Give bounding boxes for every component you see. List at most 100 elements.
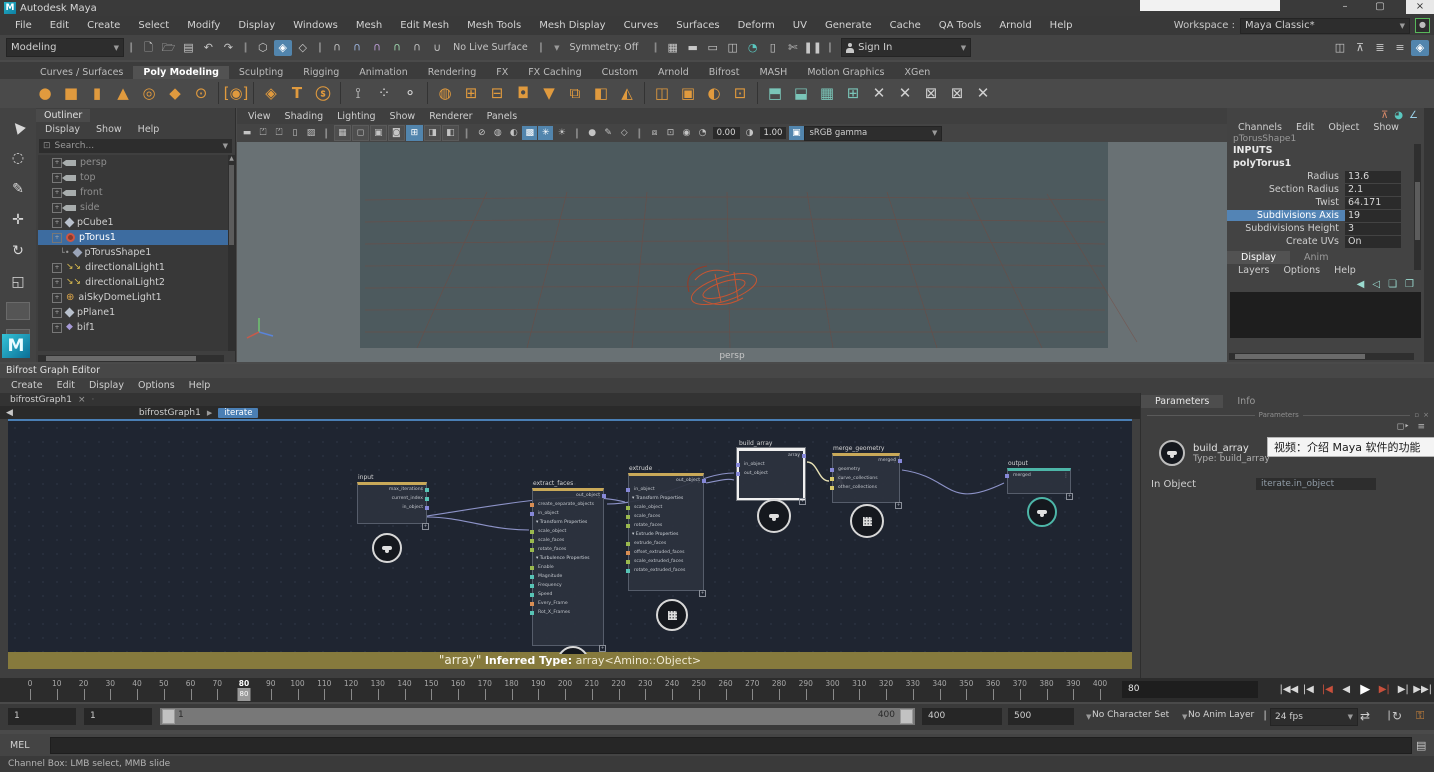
node-port-geometry[interactable]: geometry (833, 465, 899, 474)
snap-projected-center-icon[interactable]: ∪ (388, 40, 406, 56)
node-port-out_object[interactable]: out_object (533, 491, 603, 500)
graph-node-build_array[interactable]: build_array⋮arrayin_objectout_object+ (737, 448, 805, 500)
graph-node-merge_geometry[interactable]: merge_geometry⋮mergedgeometrycurve_colle… (832, 453, 900, 503)
port-square[interactable] (425, 497, 429, 501)
tab-display[interactable]: Display (1227, 251, 1290, 264)
wireframe-icon[interactable]: ⊘ (474, 126, 489, 140)
port-square[interactable] (626, 560, 630, 564)
expand-icon[interactable]: + (52, 323, 62, 333)
range-start-handle[interactable] (162, 709, 175, 724)
menu-generate[interactable]: Generate (816, 20, 881, 31)
live-surface-label[interactable]: No Live Surface (453, 42, 528, 53)
lock-camera-icon[interactable]: ⏍ (256, 126, 271, 140)
add-port-icon[interactable]: + (895, 502, 902, 509)
playblast-icon[interactable]: ◔ (744, 40, 762, 56)
shelf-icon-free-point[interactable]: ⁘ (372, 81, 396, 105)
exposure-field[interactable]: 0.00 (713, 127, 740, 139)
graph-icon[interactable]: ∠ (1409, 110, 1418, 121)
params-tab-parameters[interactable]: Parameters (1141, 395, 1223, 408)
expand-icon[interactable]: + (52, 233, 62, 243)
chevron-down-icon[interactable]: ▼ (1086, 713, 1091, 721)
node-port-rotate_faces[interactable]: rotate_faces (629, 521, 703, 530)
camera-select-icon[interactable]: ▬ (240, 126, 255, 140)
node-port-scale_extruded_faces[interactable]: scale_extruded_faces (629, 557, 703, 566)
node-port-Frequency[interactable]: Frequency (533, 581, 603, 590)
add-port-icon[interactable]: + (599, 645, 606, 652)
gamma-icon[interactable]: ◑ (742, 126, 757, 140)
time-slider[interactable]: 0102030405060708090100110120130140150160… (0, 678, 1434, 702)
workspace-dropdown[interactable]: Maya Classic*▼ (1240, 18, 1410, 34)
layer-hscrollbar[interactable] (1229, 353, 1414, 360)
shelf-icon-poly-plane[interactable]: ◆ (163, 81, 187, 105)
exposure-icon[interactable]: ◔ (695, 126, 710, 140)
select-tool-icon[interactable]: ▲ (2, 111, 35, 143)
params-tab-info[interactable]: Info (1223, 395, 1269, 408)
film-gate-icon[interactable]: ▯ (764, 40, 782, 56)
character-controls-icon[interactable]: ⊼ (1351, 40, 1369, 56)
port-square[interactable] (602, 494, 606, 498)
port-square[interactable] (626, 506, 630, 510)
shelf-tab-sculpting[interactable]: Sculpting (229, 66, 293, 79)
breadcrumb-root[interactable]: bifrostGraph1 (139, 408, 201, 418)
node-port-array[interactable]: array (739, 451, 803, 460)
modeling-toolkit-icon[interactable]: ◫ (1331, 40, 1349, 56)
port-square[interactable] (425, 506, 429, 510)
move-layer-up-icon[interactable]: ◀ (1357, 279, 1365, 290)
add-port-icon[interactable]: + (1066, 493, 1073, 500)
go-to-start-button[interactable]: |◀◀ (1280, 680, 1299, 699)
port-square[interactable] (530, 602, 534, 606)
snap-view-plane-icon[interactable]: ∪ (408, 40, 426, 56)
menu-uv[interactable]: UV (784, 20, 816, 31)
node-port-merged[interactable]: merged (833, 456, 899, 465)
animation-end-field[interactable]: 500 (1008, 708, 1074, 725)
pause-icon[interactable]: ❚❚ (804, 40, 822, 56)
playback-loop-icon[interactable]: ⇄ (1360, 709, 1370, 723)
bifrost-menu-edit[interactable]: Edit (50, 379, 82, 392)
port-square[interactable] (830, 486, 834, 490)
port-square[interactable] (1005, 474, 1009, 478)
graph-node-output[interactable]: output⋮merged+ (1007, 468, 1071, 494)
shelf-icon-bifrost-graph[interactable]: ⬒ (763, 81, 787, 105)
node-port-curve_collections[interactable]: curve_collections (833, 474, 899, 483)
move-layer-down-icon[interactable]: ◁ (1372, 279, 1380, 290)
viewport-menu-shading[interactable]: Shading (278, 110, 331, 123)
outliner-item-pTorusShape1[interactable]: └•pTorusShape1 (38, 245, 235, 260)
input-node-name[interactable]: polyTorus1 (1227, 157, 1424, 170)
menu-set-dropdown[interactable]: Modeling▼ (6, 38, 124, 57)
menu-modify[interactable]: Modify (178, 20, 229, 31)
channelbox-menu-object[interactable]: Object (1321, 121, 1366, 134)
current-frame-field[interactable]: 80 (1122, 681, 1258, 698)
node-port-merged[interactable]: merged (1008, 471, 1070, 480)
shelf-icon-wedge[interactable]: ◭ (615, 81, 639, 105)
shelf-tab-rendering[interactable]: Rendering (418, 66, 487, 79)
expand-icon[interactable]: + (52, 158, 62, 168)
shelf-icon-delete-history[interactable]: ✕ (971, 81, 995, 105)
range-end-handle[interactable] (900, 709, 913, 724)
add-port-icon[interactable]: + (422, 523, 429, 530)
node-port-in_object[interactable]: in_object (739, 460, 803, 469)
shelf-icon-separate[interactable]: ⊟ (485, 81, 509, 105)
port-square[interactable] (898, 459, 902, 463)
graph-node-input[interactable]: input⋮max_iterationscurrent_indexin_obje… (357, 482, 427, 524)
outliner-item-aiSkyDomeLight1[interactable]: +⊕aiSkyDomeLight1 (38, 290, 235, 305)
attr-value-field[interactable]: 19 (1345, 210, 1401, 222)
camera-attrs-icon[interactable]: ⏍ (272, 126, 287, 140)
node-port-in_object[interactable]: in_object (533, 509, 603, 518)
viewport-panel[interactable]: ViewShadingLightingShowRendererPanels ▬⏍… (237, 108, 1227, 362)
viewport-menu-panels[interactable]: Panels (480, 110, 525, 123)
shadows-icon[interactable]: ☀ (554, 126, 569, 140)
port-square[interactable] (530, 575, 534, 579)
outliner-item-pCube1[interactable]: +pCube1 (38, 215, 235, 230)
menu-create[interactable]: Create (78, 20, 129, 31)
render-sequence-icon[interactable]: ◫ (724, 40, 742, 56)
node-port-rotate_faces[interactable]: rotate_faces (533, 545, 603, 554)
snap-point-icon[interactable]: ∪ (368, 40, 386, 56)
anim-layer-menu[interactable]: No Anim Layer (1188, 710, 1254, 720)
outliner-menu-help[interactable]: Help (131, 123, 167, 136)
channelbox-menu-edit[interactable]: Edit (1289, 121, 1321, 134)
sign-in-button[interactable]: Sign In ▼ (841, 38, 971, 57)
shelf-icon-mash-network[interactable]: ⊞ (841, 81, 865, 105)
menu-mesh-display[interactable]: Mesh Display (530, 20, 614, 31)
outliner-menu-show[interactable]: Show (89, 123, 129, 136)
image-plane-icon[interactable]: ▨ (304, 126, 319, 140)
